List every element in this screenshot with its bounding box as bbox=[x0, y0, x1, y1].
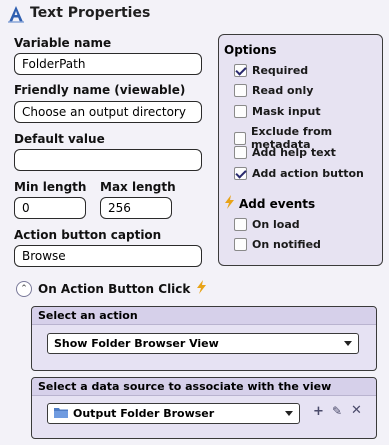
select-data-source-header: Select a data source to associate with t… bbox=[32, 378, 376, 396]
action-caption-label: Action button caption bbox=[14, 228, 162, 242]
max-length-field[interactable]: 256 bbox=[100, 197, 172, 219]
data-source-dropdown-value: Output Folder Browser bbox=[73, 407, 215, 420]
min-length-label: Min length bbox=[14, 180, 87, 194]
checkbox-on-load[interactable] bbox=[234, 218, 247, 231]
checkbox-required[interactable] bbox=[234, 64, 247, 77]
action-dropdown-value: Show Folder Browser View bbox=[54, 337, 219, 350]
checkbox-on-notified[interactable] bbox=[234, 238, 247, 251]
variable-name-label: Variable name bbox=[14, 36, 112, 50]
data-source-dropdown[interactable]: Output Folder Browser bbox=[47, 403, 300, 424]
edit-icon[interactable]: ✎ bbox=[332, 404, 342, 418]
action-dropdown[interactable]: Show Folder Browser View bbox=[47, 333, 359, 354]
checkbox-exclude-metadata[interactable] bbox=[234, 131, 246, 145]
add-events-title: Add events bbox=[239, 196, 316, 211]
select-action-section: Select an action Show Folder Browser Vie… bbox=[31, 306, 377, 371]
variable-name-field[interactable]: FolderPath bbox=[14, 53, 202, 75]
option-add-help-text[interactable]: Add help text bbox=[234, 146, 336, 159]
event-label: On load bbox=[252, 218, 300, 231]
checkbox-add-action-button[interactable] bbox=[234, 167, 247, 180]
default-value-label: Default value bbox=[14, 132, 105, 146]
option-add-action-button[interactable]: Add action button bbox=[234, 167, 364, 180]
checkbox-mask-input[interactable] bbox=[234, 105, 247, 118]
dropdown-arrow-icon bbox=[344, 341, 352, 346]
folder-icon bbox=[54, 407, 68, 421]
checkbox-read-only[interactable] bbox=[234, 84, 247, 97]
collapse-chevron-icon[interactable]: ⌃ bbox=[16, 280, 32, 297]
page-title: Text Properties bbox=[30, 5, 151, 21]
option-mask-input[interactable]: Mask input bbox=[234, 105, 321, 118]
option-label: Read only bbox=[252, 84, 314, 97]
min-length-field[interactable]: 0 bbox=[14, 197, 86, 219]
on-action-label: On Action Button Click bbox=[38, 281, 191, 296]
dropdown-arrow-icon bbox=[285, 411, 293, 416]
option-label: Mask input bbox=[252, 105, 321, 118]
on-action-toggle[interactable]: ⌃ On Action Button Click bbox=[16, 280, 207, 297]
friendly-name-field[interactable]: Choose an output directory bbox=[14, 101, 202, 123]
options-panel: Options Required Read only Mask input Ex… bbox=[218, 34, 383, 266]
option-label: Add help text bbox=[252, 146, 336, 159]
option-label: Required bbox=[252, 64, 309, 77]
select-data-source-section: Select a data source to associate with t… bbox=[31, 377, 377, 439]
lightning-icon bbox=[196, 280, 207, 297]
options-title: Options bbox=[224, 43, 277, 57]
add-events-heading: Add events bbox=[224, 195, 315, 212]
close-icon[interactable]: ✕ bbox=[351, 403, 362, 418]
event-on-notified[interactable]: On notified bbox=[234, 238, 321, 251]
text-a-icon bbox=[6, 4, 26, 24]
event-on-load[interactable]: On load bbox=[234, 218, 300, 231]
option-read-only[interactable]: Read only bbox=[234, 84, 313, 97]
option-required[interactable]: Required bbox=[234, 64, 308, 77]
select-action-header: Select an action bbox=[32, 307, 376, 325]
max-length-label: Max length bbox=[100, 180, 176, 194]
add-icon[interactable]: + bbox=[313, 404, 324, 419]
checkbox-add-help-text[interactable] bbox=[234, 146, 247, 159]
event-label: On notified bbox=[252, 238, 321, 251]
lightning-icon bbox=[224, 195, 235, 212]
default-value-field[interactable] bbox=[14, 149, 202, 171]
friendly-name-label: Friendly name (viewable) bbox=[14, 83, 186, 97]
option-label: Add action button bbox=[252, 167, 364, 180]
action-caption-field[interactable]: Browse bbox=[14, 245, 202, 267]
